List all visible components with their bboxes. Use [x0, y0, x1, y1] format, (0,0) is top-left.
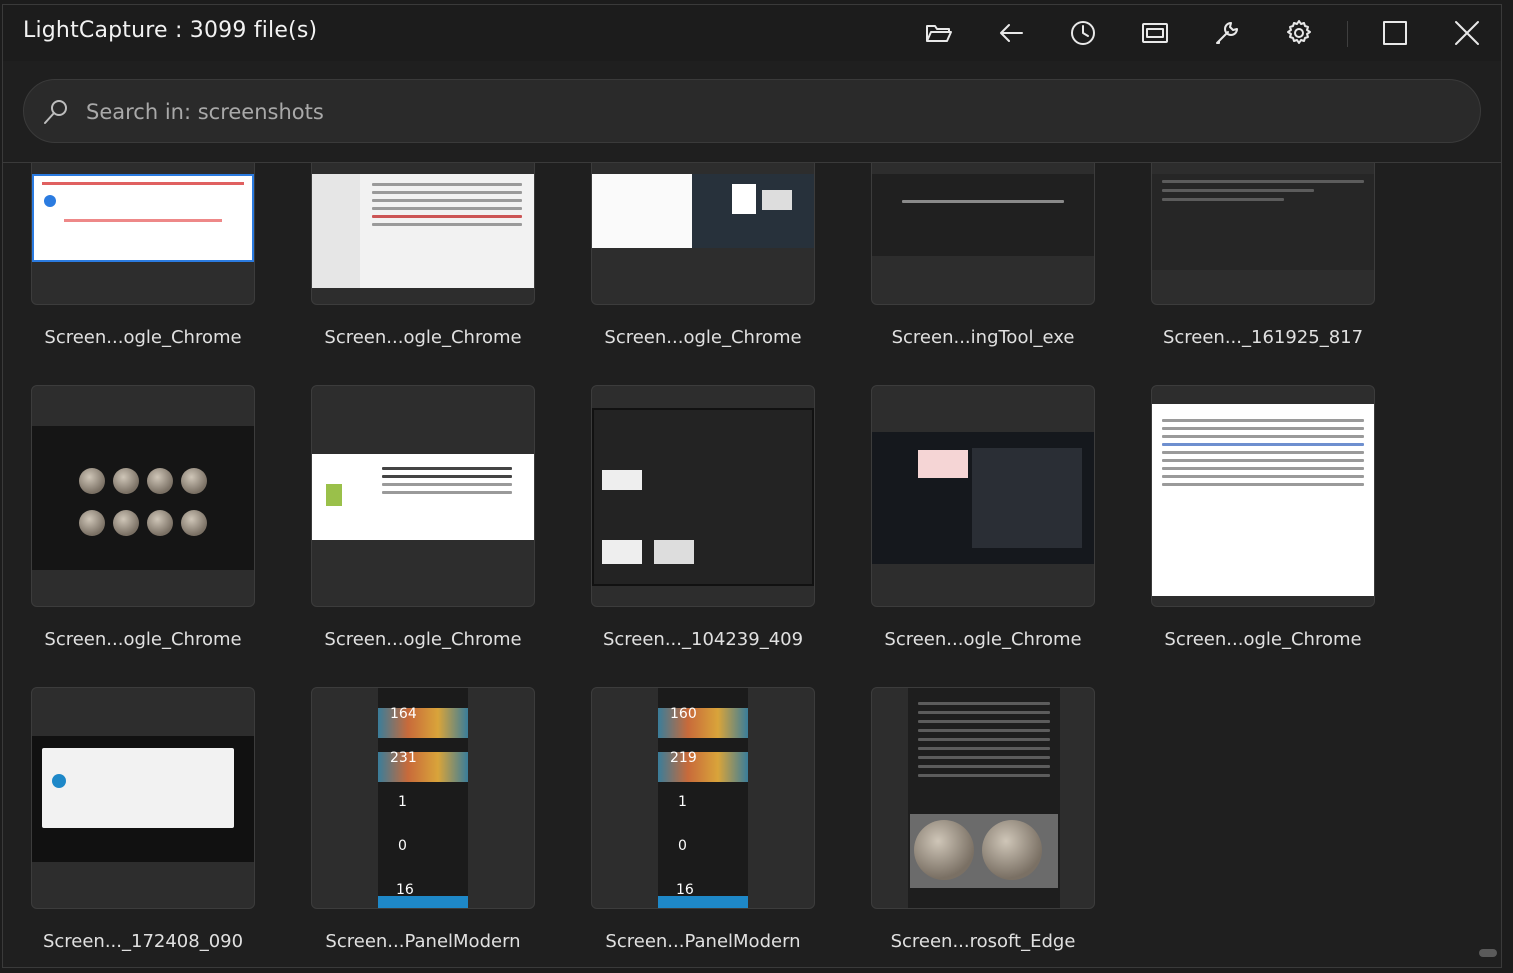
file-thumbnail-card	[871, 163, 1095, 305]
file-thumbnail	[592, 408, 814, 586]
file-thumbnail-card	[31, 163, 255, 305]
file-thumbnail	[592, 174, 814, 248]
panel-value: 231	[390, 750, 417, 766]
panel-value: 16	[676, 882, 694, 898]
file-name: Screen...rosoft_Edge	[890, 931, 1076, 952]
file-thumbnail	[32, 736, 254, 862]
gear-icon[interactable]	[1279, 15, 1319, 51]
file-item[interactable]: Screen...ingTool_exe	[843, 163, 1095, 363]
file-name: Screen..._104239_409	[602, 629, 804, 650]
file-thumbnail	[32, 426, 254, 570]
file-thumbnail	[872, 174, 1094, 256]
file-thumbnail	[312, 454, 534, 540]
file-thumbnail	[1152, 404, 1374, 596]
toolbar-separator	[1347, 21, 1348, 47]
file-name: Screen...PanelModern	[325, 931, 521, 952]
file-item[interactable]: Screen...ogle_Chrome	[843, 385, 1095, 665]
file-name: Screen...ogle_Chrome	[324, 327, 522, 348]
scrollbar-thumb[interactable]	[1479, 949, 1497, 957]
file-thumbnail	[1152, 174, 1374, 270]
file-item[interactable]: Screen...ogle_Chrome	[1123, 385, 1375, 665]
file-name: Screen...PanelModern	[605, 931, 801, 952]
file-thumbnail-card	[871, 385, 1095, 607]
file-item[interactable]: Screen...ogle_Chrome	[563, 163, 815, 363]
file-name: Screen..._161925_817	[1162, 327, 1364, 348]
file-thumbnail-card	[871, 687, 1095, 909]
file-item[interactable]: Screen...ogle_Chrome	[3, 385, 255, 665]
close-icon[interactable]	[1447, 15, 1487, 51]
file-name: Screen...ogle_Chrome	[44, 327, 242, 348]
panel-value: 219	[670, 750, 697, 766]
file-grid: Screen...ogle_Chrome Screen...ogle_Chrom…	[3, 163, 1501, 967]
open-folder-icon[interactable]	[919, 15, 959, 51]
file-name: Screen...ogle_Chrome	[604, 327, 802, 348]
file-name: Screen..._172408_090	[42, 931, 244, 952]
file-thumbnail	[312, 174, 534, 288]
file-thumbnail-card	[31, 385, 255, 607]
file-thumbnail-card: 164 231 1 0 16	[311, 687, 535, 909]
file-thumbnail-card	[591, 163, 815, 305]
file-thumbnail-card: 160 219 1 0 16	[591, 687, 815, 909]
file-thumbnail: 164 231 1 0 16	[378, 688, 468, 908]
file-thumbnail-card	[591, 385, 815, 607]
file-thumbnail-card	[311, 385, 535, 607]
wrench-icon[interactable]	[1207, 15, 1247, 51]
panel-value: 0	[678, 838, 687, 854]
panel-value: 1	[398, 794, 407, 810]
panel-value: 0	[398, 838, 407, 854]
file-thumbnail-card	[1151, 385, 1375, 607]
file-thumbnail-card	[311, 163, 535, 305]
file-item[interactable]: Screen...ogle_Chrome	[3, 163, 255, 363]
title-bar: LightCapture : 3099 file(s)	[3, 5, 1501, 61]
search-bar[interactable]	[23, 79, 1481, 143]
screen-capture-icon[interactable]	[1135, 15, 1175, 51]
file-name: Screen...ogle_Chrome	[884, 629, 1082, 650]
file-thumbnail	[908, 688, 1060, 908]
file-thumbnail: 160 219 1 0 16	[658, 688, 748, 908]
file-item[interactable]: 160 219 1 0 16 Screen...PanelModern	[563, 687, 815, 967]
maximize-icon[interactable]	[1375, 15, 1415, 51]
file-item[interactable]: Screen...rosoft_Edge	[843, 687, 1095, 967]
app-window: LightCapture : 3099 file(s) Search in: s…	[2, 4, 1502, 968]
back-arrow-icon[interactable]	[991, 15, 1031, 51]
file-thumbnail-card	[31, 687, 255, 909]
file-item[interactable]: Screen...ogle_Chrome	[283, 385, 535, 665]
file-thumbnail-card	[1151, 163, 1375, 305]
file-thumbnail	[872, 432, 1094, 564]
panel-value: 164	[390, 706, 417, 722]
file-name: Screen...ingTool_exe	[891, 327, 1075, 348]
file-item[interactable]: 164 231 1 0 16 Screen...PanelModern	[283, 687, 535, 967]
file-item[interactable]: Screen..._104239_409	[563, 385, 815, 665]
panel-value: 160	[670, 706, 697, 722]
search-input[interactable]	[84, 92, 1448, 132]
panel-value: 16	[396, 882, 414, 898]
file-item[interactable]: Screen..._161925_817	[1123, 163, 1375, 363]
file-name: Screen...ogle_Chrome	[1164, 629, 1362, 650]
file-name: Screen...ogle_Chrome	[324, 629, 522, 650]
window-title: LightCapture : 3099 file(s)	[23, 18, 318, 43]
history-icon[interactable]	[1063, 15, 1103, 51]
search-icon	[42, 98, 70, 130]
file-thumbnail	[32, 174, 254, 262]
file-name: Screen...ogle_Chrome	[44, 629, 242, 650]
file-item[interactable]: Screen...ogle_Chrome	[283, 163, 535, 363]
file-item[interactable]: Screen..._172408_090	[3, 687, 255, 967]
panel-value: 1	[678, 794, 687, 810]
